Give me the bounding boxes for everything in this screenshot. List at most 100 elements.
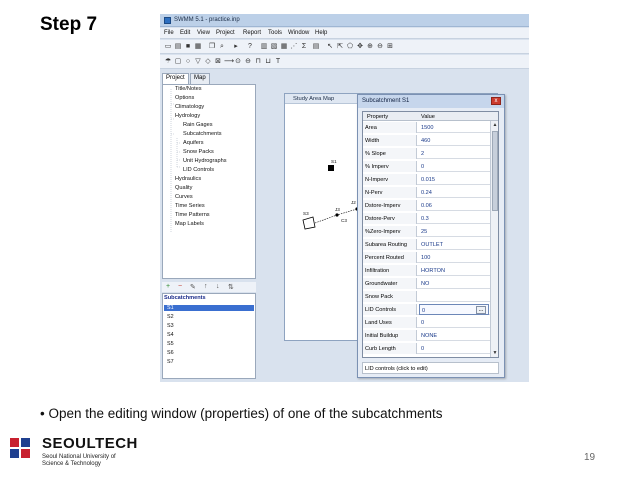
- print-icon[interactable]: ▦: [194, 43, 202, 51]
- profile-plot-icon[interactable]: ▥: [260, 43, 268, 51]
- find-icon[interactable]: ⌕: [218, 43, 226, 51]
- move-down-icon[interactable]: ↓: [216, 283, 220, 290]
- zoom-out-icon[interactable]: ⊖: [376, 43, 384, 51]
- property-row[interactable]: N-Imperv 0.015: [363, 174, 498, 185]
- list-item[interactable]: S4: [167, 332, 174, 338]
- move-up-icon[interactable]: ↑: [204, 283, 208, 290]
- edit-object-icon[interactable]: ✎: [190, 283, 196, 291]
- property-value[interactable]: OUTLET: [419, 239, 489, 250]
- tree-item-aquifers[interactable]: Aquifers: [183, 140, 204, 146]
- property-value[interactable]: 0: [419, 161, 489, 172]
- save-icon[interactable]: ■: [184, 43, 192, 51]
- property-value[interactable]: 0: [419, 317, 489, 328]
- property-value[interactable]: NONE: [419, 330, 489, 341]
- menu-view[interactable]: View: [197, 30, 210, 36]
- subcatchment-icon[interactable]: ▢: [174, 58, 182, 66]
- scatter-plot-icon[interactable]: ⋰: [290, 43, 298, 51]
- pump-icon[interactable]: ⊙: [234, 58, 242, 66]
- list-item[interactable]: S2: [167, 314, 174, 320]
- region-select-icon[interactable]: ⬠: [346, 43, 354, 51]
- menu-edit[interactable]: Edit: [180, 30, 190, 36]
- tab-map[interactable]: Map: [190, 73, 210, 84]
- property-value[interactable]: 460: [419, 135, 489, 146]
- tree-item-rain-gages[interactable]: Rain Gages: [183, 122, 213, 128]
- property-row[interactable]: Width 460: [363, 135, 498, 146]
- property-row[interactable]: % Imperv 0: [363, 161, 498, 172]
- property-row[interactable]: %Zero-Imperv 25: [363, 226, 498, 237]
- property-row[interactable]: Subarea Routing OUTLET: [363, 239, 498, 250]
- sort-icon[interactable]: ⇅: [228, 283, 234, 291]
- scroll-down-icon[interactable]: ▼: [492, 350, 498, 356]
- vertex-select-icon[interactable]: ⇱: [336, 43, 344, 51]
- tree-item-hydrology[interactable]: Hydrology: [175, 113, 200, 119]
- property-value[interactable]: 0: [419, 343, 489, 354]
- property-row[interactable]: Snow Pack: [363, 291, 498, 302]
- tree-item-time-series[interactable]: Time Series: [175, 203, 205, 209]
- storage-icon[interactable]: ⊠: [214, 58, 222, 66]
- query-icon[interactable]: ?: [246, 43, 254, 51]
- full-extent-icon[interactable]: ⊞: [386, 43, 394, 51]
- tree-item-hydraulics[interactable]: Hydraulics: [175, 176, 201, 182]
- close-button[interactable]: x: [491, 97, 501, 105]
- property-value[interactable]: HORTON: [419, 265, 489, 276]
- statistics-icon[interactable]: Σ: [300, 43, 308, 51]
- menu-window[interactable]: Window: [288, 30, 309, 36]
- list-item[interactable]: S5: [167, 341, 174, 347]
- map-label-icon[interactable]: T: [274, 58, 282, 66]
- ellipsis-button[interactable]: ...: [476, 306, 486, 314]
- junction-icon[interactable]: ○: [184, 58, 192, 66]
- property-row[interactable]: Land Uses 0: [363, 317, 498, 328]
- menu-tools[interactable]: Tools: [268, 30, 282, 36]
- property-value[interactable]: NO: [419, 278, 489, 289]
- select-arrow-icon[interactable]: ↖: [326, 43, 334, 51]
- tab-project[interactable]: Project: [162, 73, 189, 84]
- add-object-icon[interactable]: +: [166, 283, 170, 290]
- outfall-icon[interactable]: ▽: [194, 58, 202, 66]
- list-item[interactable]: S7: [167, 359, 174, 365]
- property-value[interactable]: 0...: [419, 304, 489, 315]
- tree-item-climatology[interactable]: Climatology: [175, 104, 204, 110]
- tree-item-time-patterns[interactable]: Time Patterns: [175, 212, 210, 218]
- property-value[interactable]: 1500: [419, 122, 489, 133]
- weir-icon[interactable]: ⊓: [254, 58, 262, 66]
- open-folder-icon[interactable]: ▤: [174, 43, 182, 51]
- tree-item-subcatchments[interactable]: Subcatchments: [183, 131, 222, 137]
- property-row[interactable]: Dstore-Imperv 0.06: [363, 200, 498, 211]
- property-row[interactable]: % Slope 2: [363, 148, 498, 159]
- rain-gage-icon[interactable]: ☂: [164, 58, 172, 66]
- scroll-up-icon[interactable]: ▲: [492, 122, 498, 128]
- scroll-thumb[interactable]: [492, 131, 498, 211]
- property-row[interactable]: Groundwater NO: [363, 278, 498, 289]
- pan-icon[interactable]: ✥: [356, 43, 364, 51]
- tree-item-title-notes[interactable]: Title/Notes: [175, 86, 202, 92]
- property-value[interactable]: 0.24: [419, 187, 489, 198]
- tree-item-quality[interactable]: Quality: [175, 185, 192, 191]
- orifice-icon[interactable]: ⊖: [244, 58, 252, 66]
- list-item[interactable]: S1: [164, 305, 254, 311]
- menu-help[interactable]: Help: [315, 30, 327, 36]
- property-scrollbar[interactable]: ▲ ▼: [490, 121, 498, 357]
- run-icon[interactable]: ▸: [232, 43, 240, 51]
- tree-item-curves[interactable]: Curves: [175, 194, 193, 200]
- property-row[interactable]: LID Controls 0...: [363, 304, 498, 315]
- property-row[interactable]: Dstore-Perv 0.3: [363, 213, 498, 224]
- property-value[interactable]: [419, 291, 489, 302]
- list-item[interactable]: S6: [167, 350, 174, 356]
- tree-item-map-labels[interactable]: Map Labels: [175, 221, 204, 227]
- property-row[interactable]: Initial Buildup NONE: [363, 330, 498, 341]
- zoom-in-icon[interactable]: ⊕: [366, 43, 374, 51]
- menu-file[interactable]: File: [164, 30, 174, 36]
- property-value[interactable]: 0.015: [419, 174, 489, 185]
- property-value[interactable]: 100: [419, 252, 489, 263]
- options-icon[interactable]: ▤: [312, 43, 320, 51]
- property-row[interactable]: Percent Routed 100: [363, 252, 498, 263]
- property-row[interactable]: Area 1500: [363, 122, 498, 133]
- list-item[interactable]: S3: [167, 323, 174, 329]
- copy-icon[interactable]: ❐: [208, 43, 216, 51]
- property-row[interactable]: N-Perv 0.24: [363, 187, 498, 198]
- tree-item-snow-packs[interactable]: Snow Packs: [183, 149, 214, 155]
- conduit-icon[interactable]: ⟶: [224, 58, 234, 66]
- table-icon[interactable]: ▦: [280, 43, 288, 51]
- tree-item-options[interactable]: Options: [175, 95, 194, 101]
- menu-project[interactable]: Project: [216, 30, 235, 36]
